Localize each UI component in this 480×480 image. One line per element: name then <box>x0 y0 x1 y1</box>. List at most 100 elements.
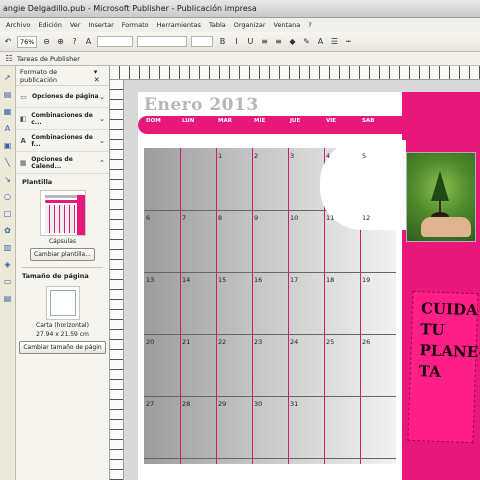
select-arrow-icon[interactable]: ➚ <box>3 72 13 82</box>
line-icon[interactable]: ╲ <box>3 157 13 167</box>
row-calendar-options-label: Opciones de Calend... <box>31 155 73 170</box>
menu-archivo[interactable]: Archivo <box>6 21 30 29</box>
menu-edicion[interactable]: Edición <box>38 21 62 29</box>
day-name-wed: MIE <box>254 118 266 124</box>
menu-tabla[interactable]: Tabla <box>209 21 226 29</box>
html-fragment-icon[interactable]: ▤ <box>3 293 13 303</box>
horizontal-ruler[interactable] <box>110 66 480 80</box>
change-page-size-button[interactable]: Cambiar tamaño de págin <box>19 341 106 354</box>
day-cell[interactable]: 13 <box>146 276 154 284</box>
font-dropdown[interactable] <box>137 36 188 47</box>
vertical-ruler[interactable] <box>110 80 124 480</box>
task-pane: Formato de publicación ▾ ✕ ▭ Opciones de… <box>16 66 110 480</box>
hotspot-icon[interactable]: ▥ <box>3 242 13 252</box>
template-thumbnail[interactable] <box>39 190 86 236</box>
day-cell[interactable]: 1 <box>218 152 222 160</box>
day-cell[interactable]: 7 <box>182 214 186 222</box>
day-cell[interactable]: 14 <box>182 276 190 284</box>
line-color-icon[interactable]: ✎ <box>301 37 311 47</box>
plant-photo[interactable] <box>406 152 476 242</box>
document-canvas[interactable]: Enero 2013 DOM LUN MAR MIE JUE VIE SAB 1… <box>124 80 480 480</box>
font-size-dropdown[interactable] <box>191 36 214 47</box>
table-icon[interactable]: ▦ <box>3 106 13 116</box>
day-cell[interactable]: 8 <box>218 214 222 222</box>
zoom-select[interactable]: 76% <box>17 35 38 48</box>
page-size-name: Carta (horizontal) <box>36 322 89 329</box>
underline-icon[interactable]: U <box>245 37 255 47</box>
day-cell[interactable]: 4 <box>326 152 330 160</box>
row-color-schemes[interactable]: ◧ Combinaciones de c... ⌄ <box>16 108 109 130</box>
page-size-thumbnail[interactable] <box>45 286 80 320</box>
chevron-down-icon: ⌄ <box>99 136 105 145</box>
day-cell[interactable]: 23 <box>254 338 262 346</box>
day-cell[interactable]: 27 <box>146 400 154 408</box>
day-cell[interactable]: 10 <box>290 214 298 222</box>
menu-ver[interactable]: Ver <box>70 21 81 29</box>
day-cell[interactable]: 31 <box>290 400 298 408</box>
day-cell[interactable]: 21 <box>182 338 190 346</box>
day-cell[interactable]: 16 <box>254 276 262 284</box>
day-cell[interactable]: 28 <box>182 400 190 408</box>
style-dropdown[interactable] <box>97 36 134 47</box>
window-title: angie Delgadillo.pub - Microsoft Publish… <box>3 4 257 13</box>
italic-icon[interactable]: I <box>231 37 241 47</box>
day-cell[interactable]: 12 <box>362 214 370 222</box>
day-cell[interactable]: 11 <box>326 214 334 222</box>
rectangle-icon[interactable]: □ <box>3 208 13 218</box>
arrow-icon[interactable]: ↘ <box>3 174 13 184</box>
publisher-tasks-label[interactable]: Tareas de Publisher <box>17 55 80 63</box>
align-left-icon[interactable]: ≡ <box>259 37 269 47</box>
day-cell[interactable]: 6 <box>146 214 150 222</box>
day-cell[interactable]: 9 <box>254 214 258 222</box>
task-pane-menu-icon[interactable]: ▾ ✕ <box>94 68 105 84</box>
help-icon[interactable]: ? <box>69 37 79 47</box>
day-cell[interactable]: 18 <box>326 276 334 284</box>
month-title[interactable]: Enero 2013 <box>144 95 259 115</box>
slogan-box[interactable]: CUIDA TU PLANE- TA <box>407 290 480 444</box>
day-cell[interactable]: 22 <box>218 338 226 346</box>
tasks-icon[interactable]: ☷ <box>4 54 14 64</box>
day-cell[interactable]: 2 <box>254 152 258 160</box>
day-cell[interactable]: 30 <box>254 400 262 408</box>
row-page-options[interactable]: ▭ Opciones de página ⌄ <box>16 86 109 108</box>
undo-icon[interactable]: ↶ <box>3 37 13 47</box>
line-style-icon[interactable]: ☰ <box>329 37 339 47</box>
menu-formato[interactable]: Formato <box>122 21 149 29</box>
day-cell[interactable]: 15 <box>218 276 226 284</box>
form-control-icon[interactable]: ▭ <box>3 276 13 286</box>
design-gallery-icon[interactable]: ◈ <box>3 259 13 269</box>
fill-color-icon[interactable]: ◆ <box>287 37 297 47</box>
day-cell[interactable]: 5 <box>362 152 366 160</box>
font-color-icon[interactable]: A <box>315 37 325 47</box>
zoom-out-icon[interactable]: ⊖ <box>41 37 51 47</box>
autoshapes-icon[interactable]: ✿ <box>3 225 13 235</box>
day-cell[interactable]: 19 <box>362 276 370 284</box>
menu-insertar[interactable]: Insertar <box>88 21 113 29</box>
page-size-dims: 27.94 x 21.59 cm <box>36 331 89 338</box>
wordart-icon[interactable]: A <box>3 123 13 133</box>
menu-help[interactable]: ? <box>308 21 311 29</box>
day-cell[interactable]: 3 <box>290 152 294 160</box>
day-cell[interactable]: 25 <box>326 338 334 346</box>
dash-style-icon[interactable]: ┅ <box>343 37 353 47</box>
row-calendar-options[interactable]: ▦ Opciones de Calend... ⌃ <box>16 152 109 174</box>
day-cell[interactable]: 24 <box>290 338 298 346</box>
text-box-icon[interactable]: ▤ <box>3 89 13 99</box>
day-cell[interactable]: 17 <box>290 276 298 284</box>
picture-icon[interactable]: ▣ <box>3 140 13 150</box>
menu-ventana[interactable]: Ventana <box>274 21 301 29</box>
style-icon[interactable]: A <box>83 37 93 47</box>
calendar-page[interactable]: Enero 2013 DOM LUN MAR MIE JUE VIE SAB 1… <box>138 92 480 480</box>
menu-organizar[interactable]: Organizar <box>234 21 266 29</box>
oval-icon[interactable]: ○ <box>3 191 13 201</box>
day-cell[interactable]: 20 <box>146 338 154 346</box>
change-template-button[interactable]: Cambiar plantilla... <box>30 248 95 261</box>
day-cell[interactable]: 29 <box>218 400 226 408</box>
row-font-schemes[interactable]: A Combinaciones de f... ⌄ <box>16 130 109 152</box>
align-center-icon[interactable]: ≡ <box>273 37 283 47</box>
bold-icon[interactable]: B <box>217 37 227 47</box>
zoom-in-icon[interactable]: ⊕ <box>55 37 65 47</box>
title-bar: angie Delgadillo.pub - Microsoft Publish… <box>0 0 480 18</box>
day-cell[interactable]: 26 <box>362 338 370 346</box>
menu-herramientas[interactable]: Herramientas <box>157 21 201 29</box>
